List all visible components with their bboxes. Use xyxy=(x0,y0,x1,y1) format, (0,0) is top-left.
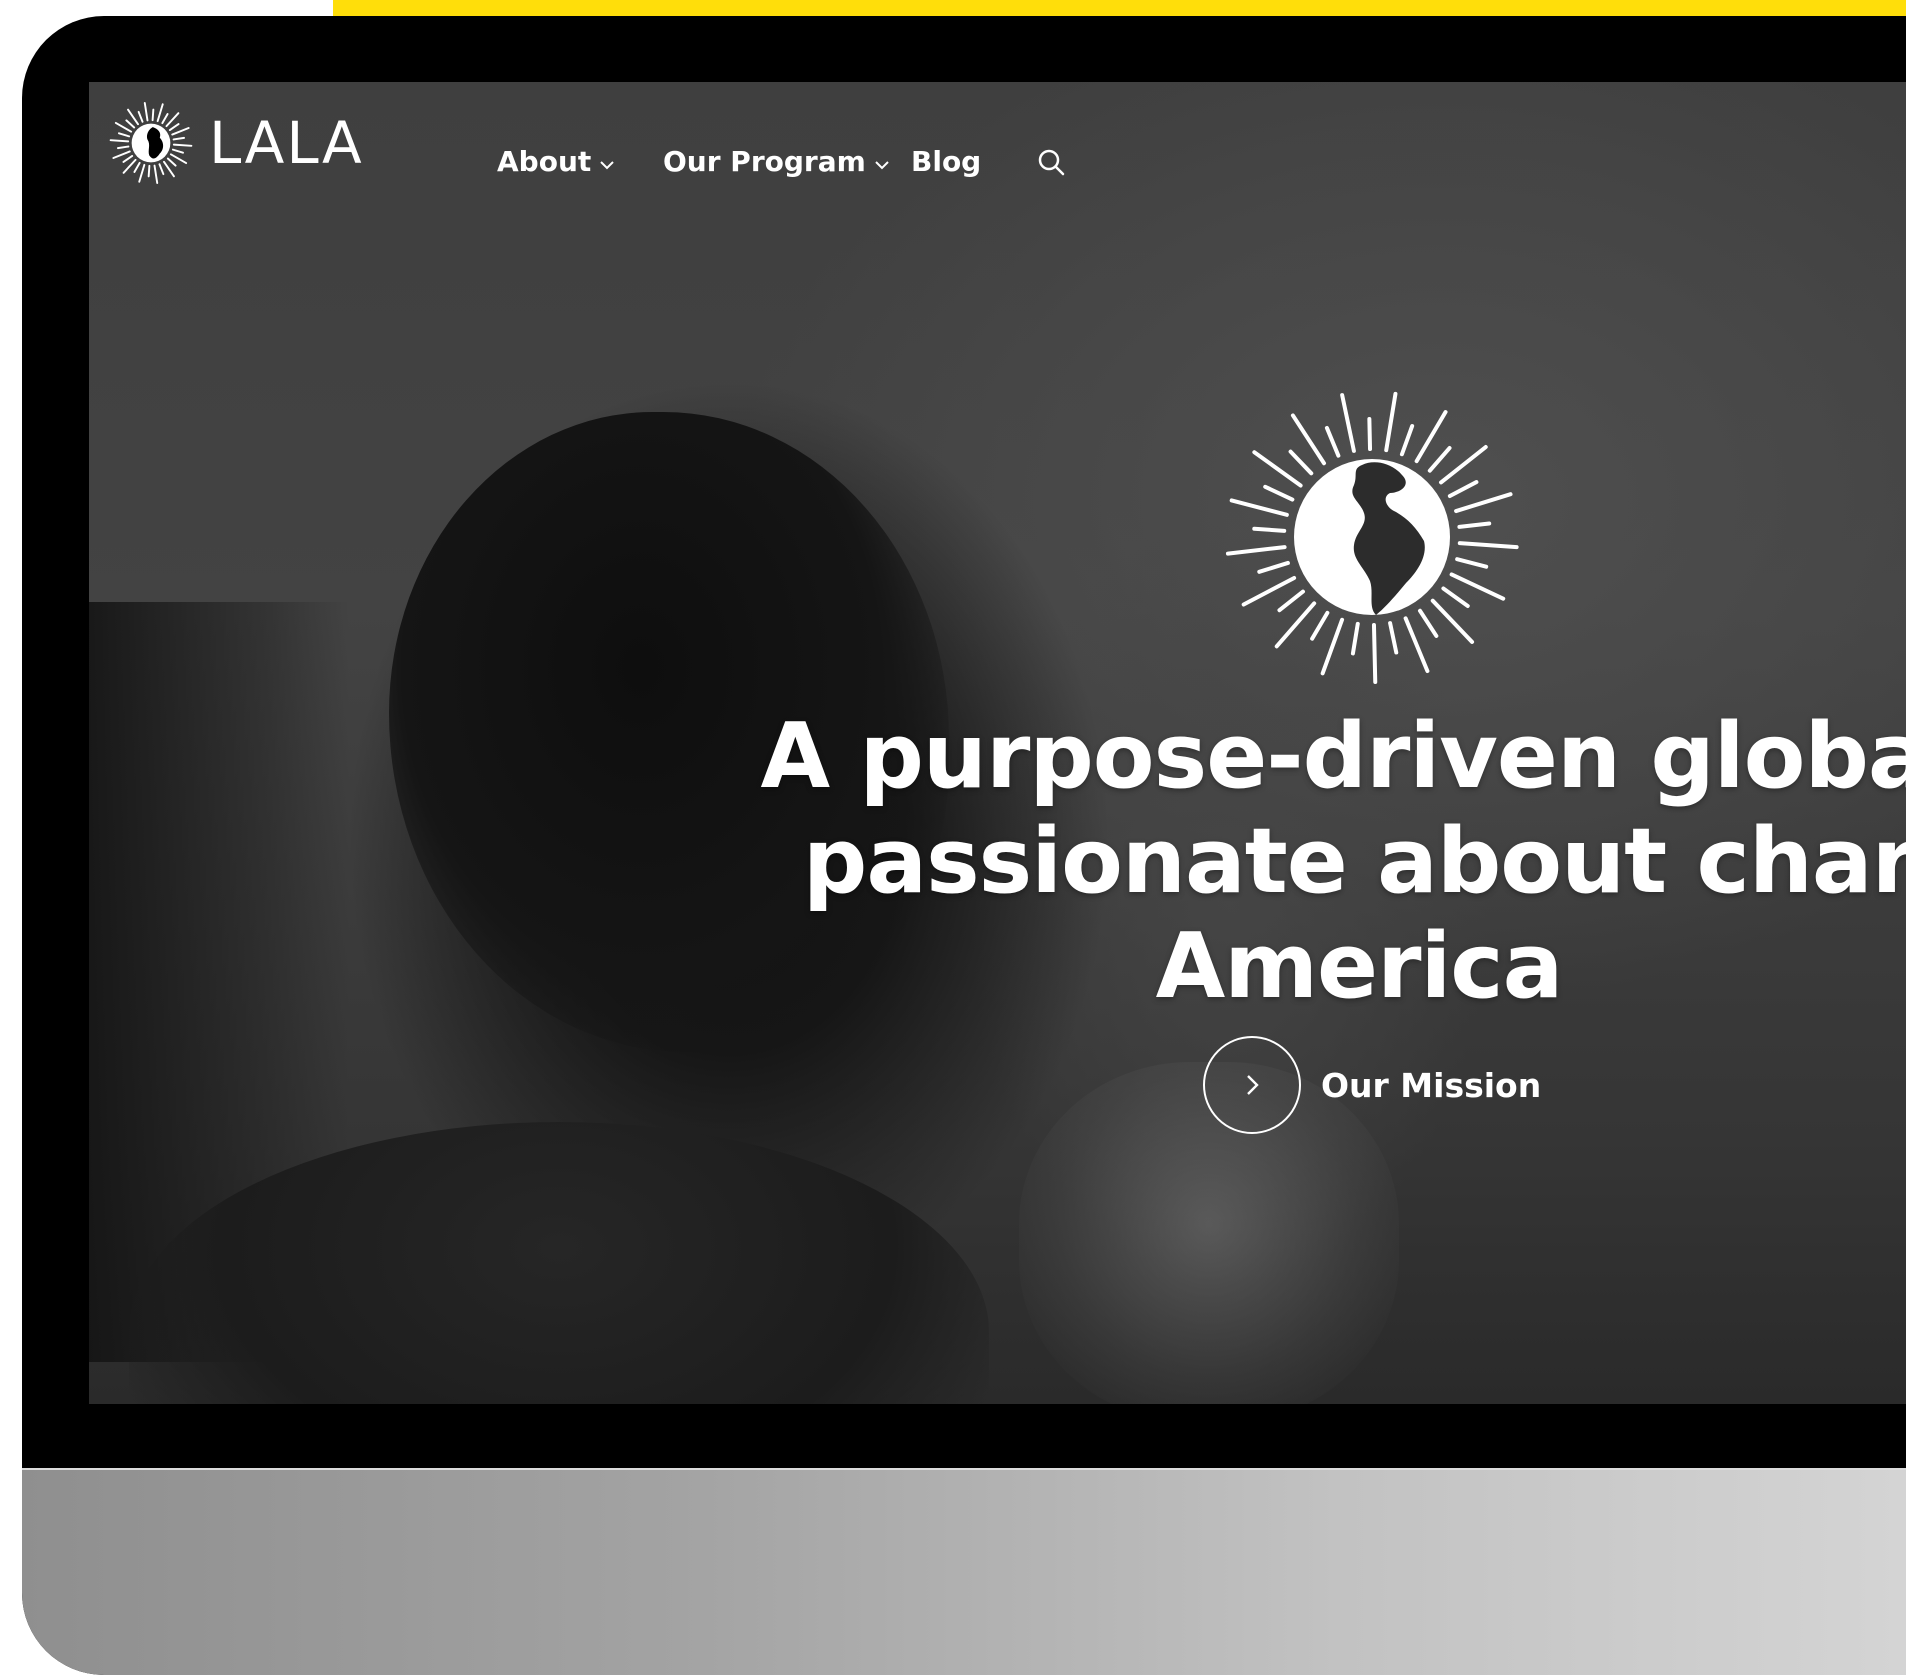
site-logo-text: LALA xyxy=(209,109,364,177)
website-screen: LALA About Our Program Blog A purpose-dr… xyxy=(89,82,1906,1404)
hero-headline-line-1: A purpose-driven global xyxy=(760,704,1906,809)
nav-item-about-label: About xyxy=(497,145,592,178)
search-icon xyxy=(1038,149,1065,176)
hero-headline-line-3: America xyxy=(1155,914,1564,1019)
hero-headline: A purpose-driven global passionate about… xyxy=(559,704,1906,1019)
search-button[interactable] xyxy=(1033,142,1069,182)
globe-sunburst-icon xyxy=(109,102,193,184)
site-logo[interactable]: LALA xyxy=(107,98,364,188)
monitor-frame: LALA About Our Program Blog A purpose-dr… xyxy=(22,16,1906,1675)
chevron-down-icon xyxy=(600,161,614,170)
accent-bar xyxy=(333,0,1906,16)
globe-sunburst-icon xyxy=(1225,391,1519,684)
chevron-right-icon xyxy=(1247,1075,1259,1095)
our-mission-button[interactable]: Our Mission xyxy=(1203,1036,1541,1134)
nav-item-blog-label: Blog xyxy=(911,145,982,178)
our-mission-label: Our Mission xyxy=(1321,1065,1542,1105)
hero-headline-line-2: passionate about char xyxy=(802,809,1906,914)
cta-circle xyxy=(1203,1036,1301,1134)
chevron-down-icon xyxy=(875,161,889,170)
site-header: LALA About Our Program Blog xyxy=(89,82,1906,212)
nav-item-about[interactable]: About xyxy=(497,142,615,182)
nav-item-our-program-label: Our Program xyxy=(663,145,866,178)
nav-item-our-program[interactable]: Our Program xyxy=(663,142,890,182)
monitor-chin xyxy=(22,1468,1906,1675)
nav-item-blog[interactable]: Blog xyxy=(911,142,981,182)
